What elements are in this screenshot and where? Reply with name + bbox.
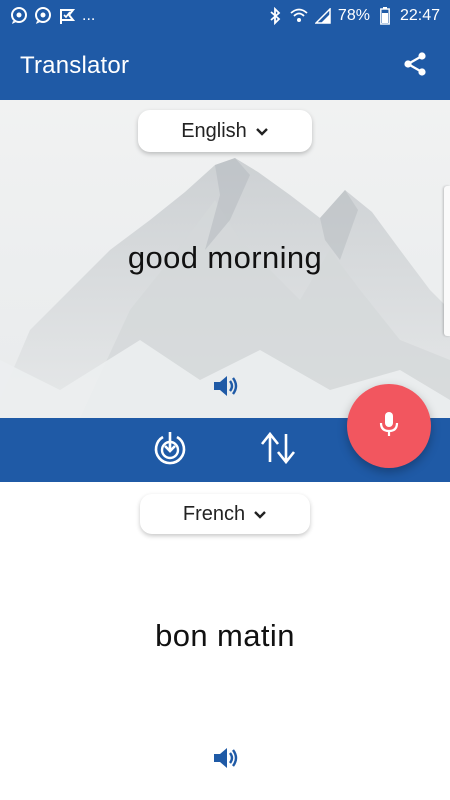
source-panel: English good morning	[0, 100, 450, 418]
signal-icon	[314, 7, 332, 25]
source-text[interactable]: good morning	[0, 240, 450, 276]
status-system: 78% 22:47	[266, 7, 440, 25]
swap-languages-button[interactable]	[258, 430, 298, 470]
wifi-icon	[290, 7, 308, 25]
bluetooth-icon	[266, 7, 284, 25]
swap-icon	[258, 428, 298, 473]
status-more: ...	[82, 7, 96, 24]
speaker-icon	[210, 743, 240, 778]
source-speak-button[interactable]	[208, 371, 242, 405]
battery-percent: 78%	[337, 7, 370, 24]
chat-bubble-icon	[10, 7, 28, 25]
speaker-icon	[210, 371, 240, 406]
chevron-down-icon	[253, 503, 267, 526]
source-language-selector[interactable]: English	[138, 110, 312, 152]
battery-icon	[376, 7, 394, 25]
app-bar: Translator	[0, 32, 450, 100]
target-language-selector[interactable]: French	[140, 494, 310, 534]
share-button[interactable]	[398, 49, 432, 83]
chevron-down-icon	[255, 120, 269, 143]
source-language-label: English	[181, 119, 247, 142]
microphone-button[interactable]	[347, 384, 431, 468]
microphone-icon	[377, 410, 401, 443]
target-speak-button[interactable]	[208, 743, 242, 777]
target-text[interactable]: bon matin	[0, 618, 450, 654]
download-icon	[151, 429, 189, 472]
chat-bubble-icon	[34, 7, 52, 25]
status-bar: ... 78% 22:47	[0, 0, 450, 32]
download-button[interactable]	[150, 430, 190, 470]
share-icon	[402, 51, 428, 82]
target-language-label: French	[182, 502, 246, 525]
app-title: Translator	[20, 52, 130, 79]
check-flag-icon	[58, 7, 76, 25]
status-notifications: ...	[10, 7, 95, 25]
status-time: 22:47	[399, 7, 440, 24]
